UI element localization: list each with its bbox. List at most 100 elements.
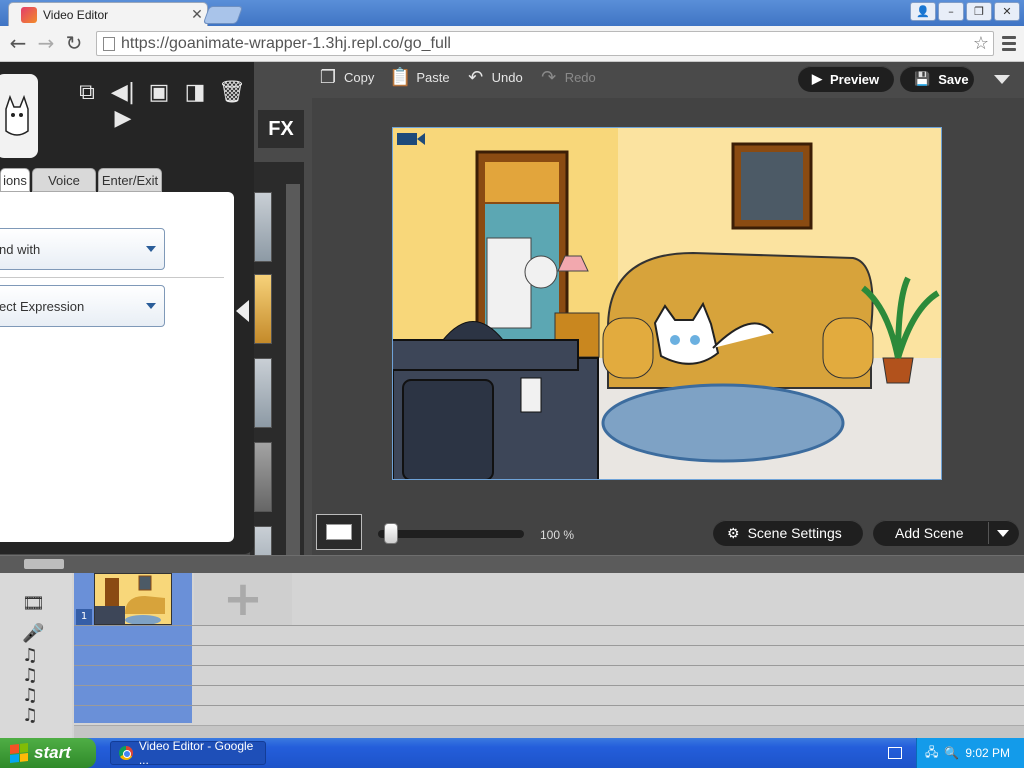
zoom-slider-track[interactable]: [378, 530, 524, 538]
asset-thumbnail[interactable]: [254, 274, 272, 344]
url-text: https://goanimate-wrapper-1.3hj.repl.co/…: [121, 34, 451, 52]
taskbar-item-label: Video Editor - Google ...: [138, 739, 254, 767]
windows-logo-icon: [10, 743, 28, 763]
timeline-track-icons: 🎞 🎤 ♫ ♫ ♫ ♫: [0, 573, 72, 738]
flip-icon[interactable]: ◀|▶: [110, 80, 136, 131]
page-icon: [103, 36, 115, 51]
redo-icon: ↷: [541, 66, 557, 87]
tab-voice[interactable]: Voice: [32, 168, 96, 192]
bring-forward-icon[interactable]: ⧉: [74, 80, 100, 106]
asset-thumbnail[interactable]: [254, 358, 272, 428]
redo-button[interactable]: ↷ Redo: [539, 66, 596, 88]
scene-settings-button[interactable]: ⚙ Scene Settings: [713, 520, 863, 546]
asset-thumbnail[interactable]: [254, 192, 272, 262]
reload-button[interactable]: ↻: [62, 32, 86, 56]
music-note-icon: ♫: [22, 665, 39, 686]
paste-icon: 📋: [389, 66, 412, 87]
asset-thumbnail[interactable]: [254, 442, 272, 512]
track-divider: [74, 625, 1024, 626]
scene-settings-label: Scene Settings: [747, 525, 842, 541]
timeline-resize-handle[interactable]: [24, 559, 64, 569]
edit-toolbar: ❐ Copy 📋 Paste ↶ Undo ↷ Redo: [318, 66, 596, 88]
zoom-level: 100 %: [540, 528, 575, 542]
system-tray: 🖧 🔍 9:02 PM: [916, 738, 1024, 768]
cat-character-icon: [5, 94, 29, 136]
preview-label: Preview: [830, 71, 880, 87]
browser-menu-icon[interactable]: [1002, 34, 1016, 52]
chevron-down-icon: [994, 75, 1010, 84]
chevron-down-icon: [146, 303, 156, 309]
add-scene-label: Add Scene: [895, 525, 964, 541]
more-options-button[interactable]: [990, 72, 1014, 88]
tab-enter-exit[interactable]: Enter/Exit: [98, 168, 162, 192]
divider: [988, 522, 989, 544]
browser-toolbar: ← → ↻ https://goanimate-wrapper-1.3hj.re…: [0, 26, 1024, 62]
forward-button[interactable]: →: [34, 32, 58, 56]
redo-label: Redo: [564, 69, 596, 85]
network-icon[interactable]: 🖧: [925, 743, 938, 764]
copy-label: Copy: [344, 69, 375, 85]
address-bar[interactable]: https://goanimate-wrapper-1.3hj.repl.co/…: [96, 31, 994, 56]
save-label: Save: [938, 71, 969, 87]
user-profile-button[interactable]: 👤: [910, 2, 936, 21]
search-icon[interactable]: 🔍: [944, 746, 959, 760]
app-favicon-icon: [21, 6, 37, 23]
close-window-button[interactable]: ✕: [994, 2, 1020, 21]
bring-to-front-icon[interactable]: ▣: [146, 80, 172, 106]
start-button[interactable]: start: [0, 738, 96, 768]
add-scene-placeholder[interactable]: +: [194, 571, 292, 627]
undo-icon: ↶: [468, 66, 484, 87]
collapse-panel-icon[interactable]: [236, 300, 249, 322]
clock: 9:02 PM: [965, 746, 1011, 760]
keyboard-icon[interactable]: [888, 747, 902, 759]
character-thumbnail[interactable]: [0, 74, 38, 158]
window-controls: 👤 – ❐ ✕: [910, 2, 1020, 21]
new-tab-button[interactable]: [202, 6, 244, 24]
tab-actions[interactable]: ions: [0, 168, 30, 192]
chevron-down-icon[interactable]: [997, 530, 1009, 537]
scene-thumbnail[interactable]: [94, 573, 172, 625]
camera-icon[interactable]: [397, 132, 425, 146]
browser-titlebar: Video Editor ✕ 👤 – ❐ ✕: [0, 0, 1024, 26]
undo-label: Undo: [491, 69, 523, 85]
character-properties-panel: ⧉ ◀|▶ ▣ ◨ 🗑 ions Voice Enter/Exit n nd w…: [0, 62, 254, 554]
timeline-scrollbar[interactable]: [74, 725, 1024, 738]
scene-stage[interactable]: [392, 127, 942, 480]
delete-icon[interactable]: 🗑: [218, 80, 246, 106]
music-note-icon: ♫: [22, 685, 39, 706]
track-divider: [74, 685, 1024, 686]
asset-scrollbar[interactable]: [286, 184, 300, 612]
undo-button[interactable]: ↶ Undo: [466, 66, 523, 88]
properties-body: n nd with ect Expression: [0, 192, 234, 542]
fx-button[interactable]: FX: [258, 110, 304, 148]
paste-button[interactable]: 📋 Paste: [389, 66, 449, 88]
track-divider: [74, 665, 1024, 666]
minimize-button[interactable]: –: [938, 2, 964, 21]
fit-to-frame-button[interactable]: [316, 514, 362, 550]
scene-artwork: [393, 128, 941, 479]
restore-button[interactable]: ❐: [966, 2, 992, 21]
browser-tab[interactable]: Video Editor ✕: [8, 2, 208, 26]
scene-track-icon: 🎞: [22, 593, 45, 614]
expression-select[interactable]: ect Expression: [0, 285, 165, 327]
save-button[interactable]: 💾 Save: [900, 66, 974, 92]
scene-number: 1: [76, 609, 92, 625]
preview-button[interactable]: ▶ Preview: [798, 66, 894, 92]
track-divider: [74, 645, 1024, 646]
bookmark-star-icon[interactable]: ☆: [969, 33, 993, 54]
zoom-slider-handle[interactable]: [384, 523, 398, 544]
gear-icon: ⚙: [727, 524, 740, 541]
start-label: start: [34, 743, 71, 762]
timeline-ruler: [0, 555, 1024, 573]
send-to-back-icon[interactable]: ◨: [182, 80, 208, 106]
track-divider: [74, 705, 1024, 706]
action-select-value: nd with: [0, 241, 41, 257]
back-button[interactable]: ←: [6, 32, 30, 56]
taskbar-item-chrome[interactable]: Video Editor - Google ...: [110, 739, 266, 767]
windows-taskbar: start Video Editor - Google ... 🖧 🔍 9:02…: [0, 738, 1024, 768]
copy-icon: ❐: [319, 66, 337, 87]
music-note-icon: ♫: [22, 645, 39, 666]
add-scene-button[interactable]: Add Scene: [873, 520, 1019, 546]
copy-button[interactable]: ❐ Copy: [318, 66, 374, 88]
action-select[interactable]: nd with: [0, 228, 165, 270]
